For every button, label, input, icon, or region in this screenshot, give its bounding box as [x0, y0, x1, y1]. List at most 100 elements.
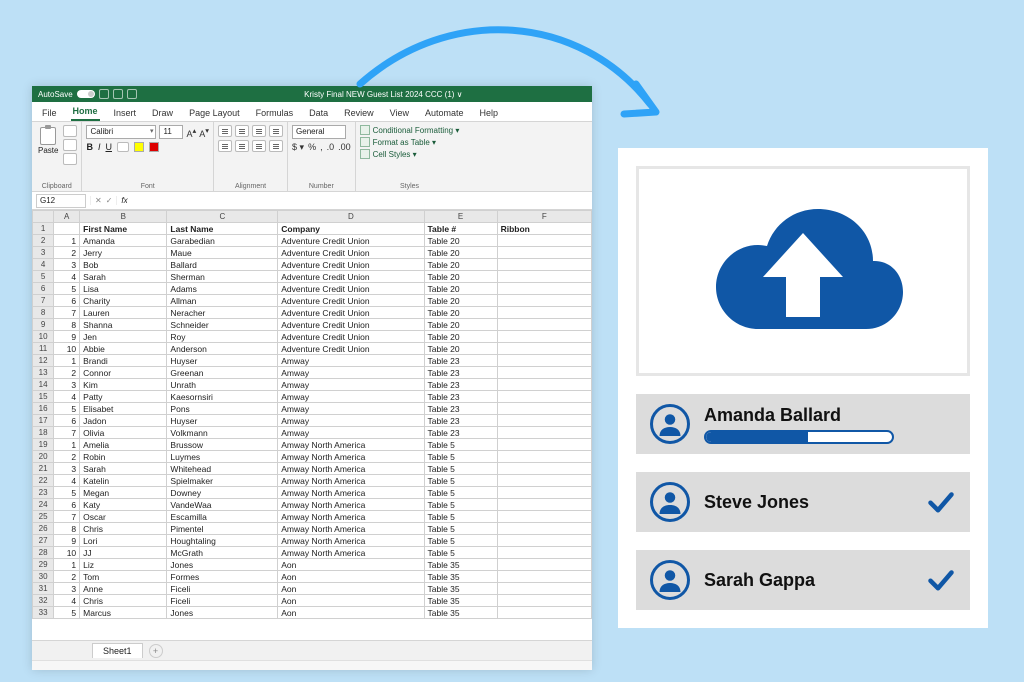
cell[interactable]: Amway North America: [278, 487, 424, 499]
cell[interactable]: Table 5: [424, 463, 497, 475]
cell[interactable]: Jadon: [80, 415, 167, 427]
cell[interactable]: Marcus: [80, 607, 167, 619]
cell[interactable]: [497, 307, 591, 319]
cell[interactable]: Table 20: [424, 259, 497, 271]
cell[interactable]: 7: [54, 427, 80, 439]
cell[interactable]: Amway: [278, 379, 424, 391]
cell[interactable]: Table 20: [424, 295, 497, 307]
cell[interactable]: Table 20: [424, 247, 497, 259]
cell[interactable]: McGrath: [167, 547, 278, 559]
cell[interactable]: Abbie: [80, 343, 167, 355]
cell[interactable]: Amway North America: [278, 535, 424, 547]
cell[interactable]: [497, 343, 591, 355]
cell[interactable]: 1: [54, 559, 80, 571]
cell[interactable]: 2: [54, 367, 80, 379]
cell[interactable]: Amway North America: [278, 499, 424, 511]
cell[interactable]: Allman: [167, 295, 278, 307]
cell[interactable]: First Name: [80, 223, 167, 235]
cell[interactable]: Adventure Credit Union: [278, 307, 424, 319]
column-header[interactable]: F: [497, 211, 591, 223]
cell[interactable]: Charity: [80, 295, 167, 307]
cell[interactable]: [497, 511, 591, 523]
comma-button[interactable]: ,: [320, 142, 323, 153]
cell[interactable]: [497, 583, 591, 595]
cell[interactable]: Adventure Credit Union: [278, 259, 424, 271]
cell[interactable]: 4: [54, 475, 80, 487]
format-as-table-button[interactable]: Format as Table ▾: [360, 137, 460, 147]
cell[interactable]: 7: [54, 307, 80, 319]
cell[interactable]: Ficeli: [167, 583, 278, 595]
cell-styles-button[interactable]: Cell Styles ▾: [360, 149, 460, 159]
cell[interactable]: Amway North America: [278, 475, 424, 487]
grow-font-button[interactable]: A▴: [186, 126, 196, 139]
cell[interactable]: 9: [54, 331, 80, 343]
menu-formulas[interactable]: Formulas: [254, 106, 296, 121]
name-box[interactable]: G12: [36, 194, 86, 208]
bold-button[interactable]: B: [86, 142, 93, 152]
cell[interactable]: Adventure Credit Union: [278, 295, 424, 307]
align-top-button[interactable]: [218, 125, 232, 137]
cell[interactable]: Table 20: [424, 283, 497, 295]
cell[interactable]: 3: [54, 463, 80, 475]
cell[interactable]: 6: [54, 295, 80, 307]
enter-formula-icon[interactable]: ✓: [106, 196, 113, 205]
cell[interactable]: Amway North America: [278, 463, 424, 475]
font-size-select[interactable]: 11: [159, 125, 183, 139]
cell[interactable]: Lisa: [80, 283, 167, 295]
cell[interactable]: Ribbon: [497, 223, 591, 235]
cell[interactable]: 5: [54, 487, 80, 499]
cell[interactable]: Jen: [80, 331, 167, 343]
increase-decimal-button[interactable]: .0: [327, 142, 335, 153]
cell[interactable]: Table 5: [424, 535, 497, 547]
cell[interactable]: Lauren: [80, 307, 167, 319]
cancel-formula-icon[interactable]: ✕: [95, 196, 102, 205]
cell[interactable]: Aon: [278, 595, 424, 607]
cell[interactable]: Sherman: [167, 271, 278, 283]
cell[interactable]: Amway North America: [278, 511, 424, 523]
menu-help[interactable]: Help: [478, 106, 501, 121]
cell[interactable]: 5: [54, 607, 80, 619]
cell[interactable]: Chris: [80, 595, 167, 607]
cell[interactable]: 2: [54, 451, 80, 463]
cell[interactable]: Aon: [278, 583, 424, 595]
merge-center-button[interactable]: [269, 140, 283, 152]
cell[interactable]: [497, 283, 591, 295]
cell[interactable]: Ficeli: [167, 595, 278, 607]
cell[interactable]: Adventure Credit Union: [278, 271, 424, 283]
cell[interactable]: [497, 415, 591, 427]
cell[interactable]: [497, 571, 591, 583]
cell[interactable]: 2: [54, 571, 80, 583]
cell[interactable]: 10: [54, 343, 80, 355]
menu-insert[interactable]: Insert: [112, 106, 139, 121]
cell[interactable]: Anderson: [167, 343, 278, 355]
upload-dropzone[interactable]: [636, 166, 970, 376]
cell[interactable]: [497, 379, 591, 391]
cell[interactable]: Table 5: [424, 499, 497, 511]
cell[interactable]: [497, 547, 591, 559]
cell[interactable]: [497, 427, 591, 439]
column-header[interactable]: C: [167, 211, 278, 223]
cell[interactable]: Aon: [278, 571, 424, 583]
align-right-button[interactable]: [252, 140, 266, 152]
cell[interactable]: [497, 391, 591, 403]
cell[interactable]: Last Name: [167, 223, 278, 235]
menu-data[interactable]: Data: [307, 106, 330, 121]
cell[interactable]: 7: [54, 511, 80, 523]
cell[interactable]: Formes: [167, 571, 278, 583]
cell[interactable]: 4: [54, 271, 80, 283]
cell[interactable]: Table 23: [424, 367, 497, 379]
cell[interactable]: Houghtaling: [167, 535, 278, 547]
cell[interactable]: Liz: [80, 559, 167, 571]
cell[interactable]: [497, 367, 591, 379]
cell[interactable]: Jerry: [80, 247, 167, 259]
cell[interactable]: Brandi: [80, 355, 167, 367]
cell[interactable]: 6: [54, 499, 80, 511]
cell[interactable]: Bob: [80, 259, 167, 271]
currency-button[interactable]: $ ▾: [292, 142, 304, 153]
cell[interactable]: Amway: [278, 427, 424, 439]
align-center-button[interactable]: [235, 140, 249, 152]
document-title[interactable]: Kristy Final NEW Guest List 2024 CCC (1)…: [181, 90, 586, 99]
copy-button[interactable]: [63, 139, 77, 151]
cell[interactable]: Table 35: [424, 559, 497, 571]
cell[interactable]: Whitehead: [167, 463, 278, 475]
